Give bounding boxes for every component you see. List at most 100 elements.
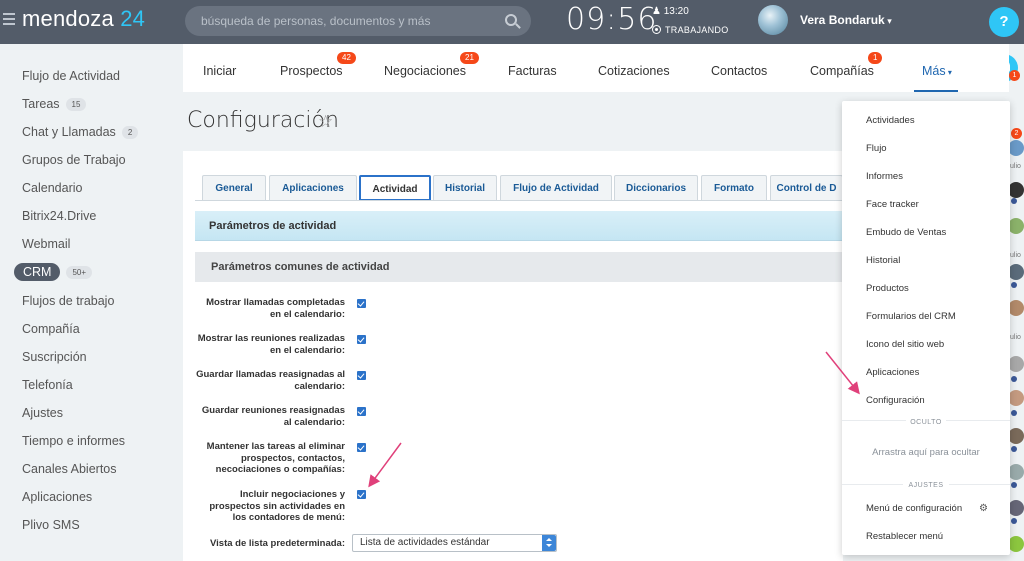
facebook-icon <box>1011 410 1017 416</box>
contact-label: ulio <box>1010 334 1021 341</box>
contact-label: ulio <box>1010 252 1021 259</box>
sidebar-item[interactable]: Bitrix24.Drive <box>22 209 96 223</box>
setting-checkbox[interactable] <box>357 371 366 380</box>
tab[interactable]: Control de D <box>770 175 843 201</box>
facebook-icon <box>1011 446 1017 452</box>
sidebar-item[interactable]: Webmail <box>22 237 70 251</box>
setting-checkbox[interactable] <box>357 335 366 344</box>
logo[interactable]: mendoza 24 <box>22 6 145 32</box>
avatar[interactable] <box>758 5 788 35</box>
dropdown-menu-item[interactable]: Face tracker <box>866 199 919 210</box>
contact-avatar[interactable] <box>1008 218 1024 234</box>
sidebar-item[interactable]: Plivo SMS <box>22 518 80 532</box>
contact-avatar[interactable] <box>1008 500 1024 516</box>
gear-icon[interactable]: ⚙ <box>979 503 988 514</box>
setting-label: Mostrar las reuniones realizadas en el c… <box>197 333 345 356</box>
sidebar-item[interactable]: Telefonía <box>22 378 73 392</box>
setting-checkbox[interactable] <box>357 407 366 416</box>
setting-checkbox[interactable] <box>357 443 366 452</box>
sidebar-item[interactable]: Canales Abiertos <box>22 462 117 476</box>
hamburger-menu-icon[interactable] <box>3 10 15 25</box>
tab[interactable]: Formato <box>701 175 767 201</box>
contact-avatar[interactable] <box>1008 390 1024 406</box>
setting-checkbox[interactable] <box>357 299 366 308</box>
setting-label: Guardar reuniones reasignadas al calenda… <box>201 405 345 428</box>
setting-label: Mostrar llamadas completadas en el calen… <box>206 297 345 320</box>
tab[interactable]: Flujo de Actividad <box>500 175 612 201</box>
sidebar-item-label: Grupos de Trabajo <box>22 153 126 167</box>
page-title: Configuración <box>187 108 339 133</box>
sidebar-item-label: CRM <box>14 263 61 281</box>
nav-counter-badge: 1 <box>868 52 883 64</box>
dropdown-menu-item[interactable]: Formularios del CRM <box>866 311 956 322</box>
sidebar-item[interactable]: Ajustes <box>22 406 63 420</box>
chat-badge: 2 <box>1011 128 1022 139</box>
dropdown-menu-item[interactable]: Actividades <box>866 115 915 126</box>
nav-item[interactable]: Negociaciones <box>384 64 466 78</box>
work-status[interactable]: TRABAJANDO <box>652 25 729 35</box>
sidebar-item-label: Ajustes <box>22 406 63 420</box>
star-icon[interactable]: ☆ <box>318 112 333 132</box>
tab[interactable]: Aplicaciones <box>269 175 357 201</box>
contact-avatar[interactable] <box>1008 182 1024 198</box>
sidebar-item[interactable]: Aplicaciones <box>22 490 92 504</box>
menu-config-item[interactable]: Menú de configuración <box>866 503 962 514</box>
tab[interactable]: Actividad <box>359 175 431 201</box>
contact-avatar[interactable] <box>1008 300 1024 316</box>
sidebar-item[interactable]: Grupos de Trabajo <box>22 153 126 167</box>
section-header-activity-params: Parámetros de actividad <box>195 211 843 241</box>
dropdown-menu-item[interactable]: Historial <box>866 255 900 266</box>
search-bar[interactable] <box>185 6 531 36</box>
nav-item[interactable]: Contactos <box>711 64 767 78</box>
help-button[interactable]: ? <box>989 7 1019 37</box>
contact-avatar[interactable] <box>1008 428 1024 444</box>
dropdown-menu-item[interactable]: Flujo <box>866 143 887 154</box>
sidebar-counter-badge: 50+ <box>66 266 93 279</box>
nav-item[interactable]: Más <box>922 64 952 78</box>
nav-item[interactable]: Facturas <box>508 64 557 78</box>
dropdown-menu-item[interactable]: Aplicaciones <box>866 367 919 378</box>
sidebar-item-label: Suscripción <box>22 350 87 364</box>
sidebar-item[interactable]: Suscripción <box>22 350 87 364</box>
dropdown-menu-item[interactable]: Configuración <box>866 395 925 406</box>
dropdown-menu-item[interactable]: Productos <box>866 283 909 294</box>
username[interactable]: Vera Bondaruk <box>800 13 892 27</box>
nav-item[interactable]: Cotizaciones <box>598 64 670 78</box>
nav-item[interactable]: Prospectos <box>280 64 343 78</box>
default-list-value: Lista de actividades estándar <box>360 537 490 548</box>
sidebar-item[interactable]: Flujos de trabajo <box>22 294 114 308</box>
dropdown-menu-item[interactable]: Informes <box>866 171 903 182</box>
search-icon[interactable] <box>505 14 517 26</box>
search-input[interactable] <box>185 6 505 36</box>
tab[interactable]: General <box>202 175 266 201</box>
clock[interactable]: 09:56 <box>566 2 657 37</box>
sidebar-item[interactable]: CRM 50+ <box>14 263 93 281</box>
sidebar-item[interactable]: Flujo de Actividad <box>22 69 120 83</box>
sidebar-item[interactable]: Calendario <box>22 181 82 195</box>
tab[interactable]: Historial <box>433 175 497 201</box>
contact-avatar[interactable] <box>1008 464 1024 480</box>
sidebar-item-label: Aplicaciones <box>22 490 93 504</box>
sidebar-item-label: Tiempo e informes <box>22 434 126 448</box>
sidebar-item[interactable]: Chat y Llamadas 2 <box>22 125 139 139</box>
reset-menu-item[interactable]: Restablecer menú <box>866 531 943 542</box>
hidden-drop-zone[interactable]: Arrastra aquí para ocultar <box>842 447 1010 458</box>
sidebar-item[interactable]: Tareas 15 <box>22 97 87 111</box>
dropdown-menu-item[interactable]: Embudo de Ventas <box>866 227 946 238</box>
setting-label: Mantener las tareas al eliminar prospect… <box>206 441 345 475</box>
contact-avatar[interactable] <box>1008 356 1024 372</box>
contact-avatar[interactable] <box>1008 264 1024 280</box>
tab[interactable]: Diccionarios <box>614 175 698 201</box>
default-list-select[interactable]: Lista de actividades estándar <box>352 534 557 552</box>
contact-avatar[interactable] <box>1008 140 1024 156</box>
contact-avatar[interactable] <box>1008 536 1024 552</box>
facebook-icon <box>1011 482 1017 488</box>
sidebar-item[interactable]: Tiempo e informes <box>22 434 125 448</box>
nav-item[interactable]: Compañías <box>810 64 874 78</box>
dropdown-menu-item[interactable]: Icono del sitio web <box>866 339 944 350</box>
setting-checkbox[interactable] <box>357 490 366 499</box>
sidebar-item[interactable]: Compañía <box>22 322 80 336</box>
sidebar-item-label: Flujo de Actividad <box>22 69 120 83</box>
nav-item[interactable]: Iniciar <box>203 64 236 78</box>
sidebar-item-label: Webmail <box>22 237 71 251</box>
